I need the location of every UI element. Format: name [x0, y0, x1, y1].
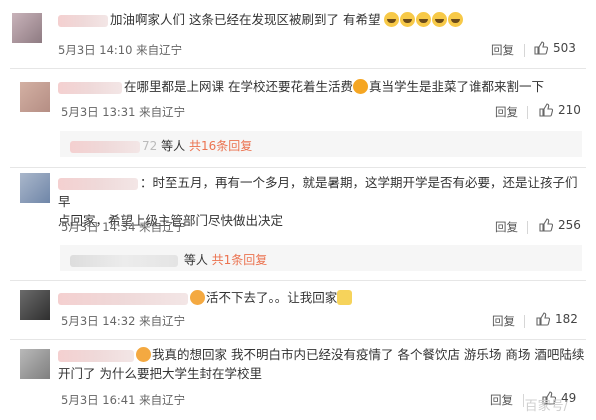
sub-replies-summary: 等人 共1条回复	[70, 251, 267, 268]
sub-replies-summary: 72 等人 共16条回复	[70, 137, 252, 154]
sub-replies-box[interactable]: 72 等人 共16条回复	[60, 131, 582, 157]
crying-emoji-icon	[416, 12, 432, 27]
thumbs-up-icon	[536, 312, 550, 326]
sub-replies-box[interactable]: 等人 共1条回复	[60, 245, 582, 271]
reply-button[interactable]: 回复	[490, 392, 513, 408]
crying-emoji-icon	[432, 12, 448, 27]
view-replies-link[interactable]: 共16条回复	[189, 139, 252, 153]
reply-button[interactable]: 回复	[495, 104, 518, 120]
like-button[interactable]: 256	[539, 218, 581, 232]
thumbs-up-icon	[534, 41, 548, 55]
avatar[interactable]	[20, 290, 50, 320]
reply-button[interactable]: 回复	[495, 219, 518, 235]
comment-item: 在哪里都是上网课 在学校还要花着生活费 真当学生是韭菜了谁都来割一下 5月3日 1…	[0, 68, 596, 168]
comment-text: 活不下去了。。让我回家	[58, 288, 578, 307]
comment-text: 加油啊家人们 这条已经在发现区被刷到了 有希望	[58, 10, 578, 29]
divider	[524, 315, 525, 328]
crying-emoji-icon	[400, 12, 416, 27]
timestamp: 5月3日 14:32 来自辽宁	[61, 314, 186, 328]
crying-emoji-icon	[384, 12, 400, 27]
angry-emoji-icon	[136, 347, 151, 362]
divider	[527, 221, 528, 234]
timestamp: 5月3日 14:10 来自辽宁	[58, 43, 183, 57]
avatar[interactable]	[20, 349, 50, 379]
like-count: 503	[553, 41, 576, 55]
reply-button[interactable]: 回复	[492, 313, 515, 329]
comment-item: 加油啊家人们 这条已经在发现区被刷到了 有希望 5月3日 14:10 来自辽宁 …	[0, 0, 596, 68]
view-replies-link[interactable]: 共1条回复	[212, 253, 268, 267]
thumbs-up-icon	[539, 103, 553, 117]
like-button[interactable]: 182	[536, 312, 578, 326]
avatar[interactable]	[20, 173, 50, 203]
reply-button[interactable]: 回复	[491, 42, 514, 58]
divider	[527, 106, 528, 119]
like-count: 182	[555, 312, 578, 326]
like-button[interactable]: 210	[539, 103, 581, 117]
divider	[524, 44, 525, 57]
comment-item: 活不下去了。。让我回家 5月3日 14:32 来自辽宁 回复 182	[0, 280, 596, 340]
angry-emoji-icon	[190, 290, 205, 305]
timestamp: 5月3日 14:34 来自辽宁	[61, 220, 186, 234]
thumbs-up-icon	[539, 218, 553, 232]
timestamp: 5月3日 16:41 来自辽宁	[61, 393, 186, 407]
comment-item: ：时至五月，再有一个多月，就是暑期，这学期开学是否有必要，还是让孩子们早 点回家…	[0, 167, 596, 280]
watermark: 百家号/	[524, 399, 568, 414]
heart-eyes-emoji-icon	[352, 79, 368, 94]
like-count: 210	[558, 103, 581, 117]
avatar[interactable]	[20, 82, 50, 112]
hand-emoji-icon	[337, 290, 353, 305]
crying-emoji-icon	[448, 12, 464, 27]
comment-item: 我真的想回家 我不明白市内已经没有疫情了 各个餐饮店 游乐场 商场 酒吧陆续 开…	[0, 339, 596, 420]
comment-text: 我真的想回家 我不明白市内已经没有疫情了 各个餐饮店 游乐场 商场 酒吧陆续 开…	[58, 347, 585, 381]
timestamp: 5月3日 13:31 来自辽宁	[61, 105, 186, 119]
like-count: 256	[558, 218, 581, 232]
avatar[interactable]	[12, 13, 42, 43]
comment-text: 在哪里都是上网课 在学校还要花着生活费 真当学生是韭菜了谁都来割一下	[58, 77, 588, 96]
like-button[interactable]: 503	[534, 41, 576, 55]
